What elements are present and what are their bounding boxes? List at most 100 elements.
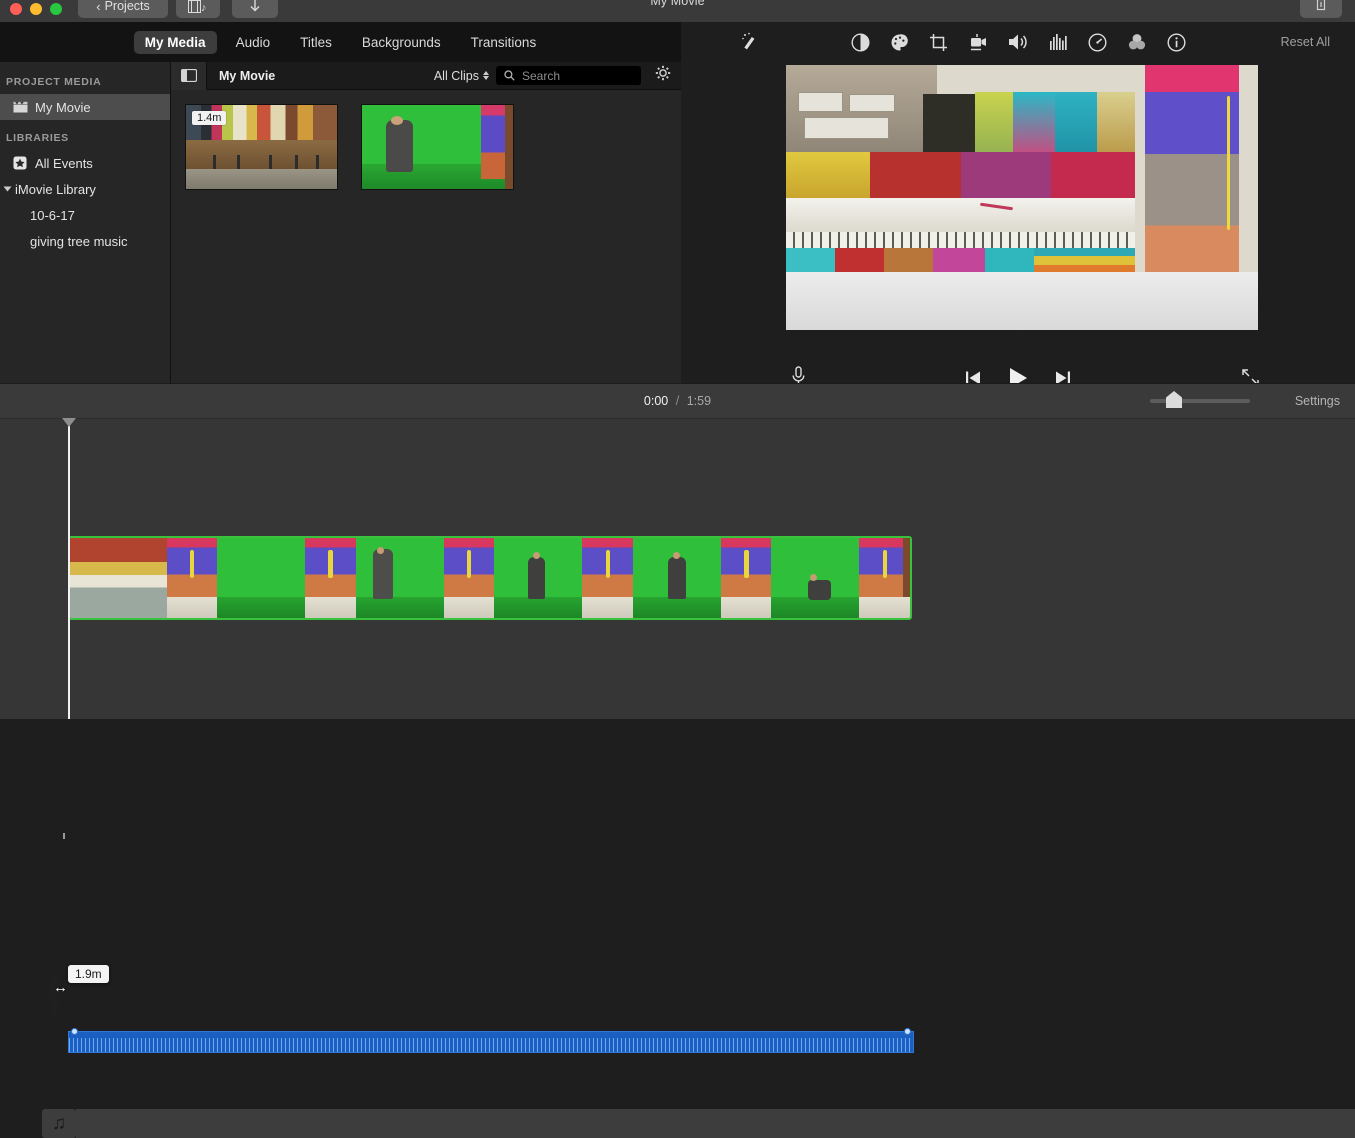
filmstrip-frame [305,538,356,618]
total-time: 1:59 [686,394,712,408]
sidebar-item-label: iMovie Library [15,181,96,197]
info-icon [1167,32,1186,52]
current-time: 0:00 [643,394,669,408]
background-music-button[interactable]: ♫ [42,1109,76,1138]
auto-enhance-button[interactable] [741,32,761,52]
project-media-header: PROJECT MEDIA [6,76,102,88]
crop-icon [930,33,947,51]
sidebar-item-label: My Movie [35,99,91,115]
sidebar-item-event-giving-tree-music[interactable]: giving tree music [0,228,170,254]
chevron-updown-icon [483,71,489,80]
timeline-playhead[interactable] [62,418,76,719]
audio-fade-handle-left[interactable] [71,1028,78,1035]
disclosure-triangle-icon[interactable] [3,186,12,192]
media-browser: My Movie All Clips Search 1.4m [171,61,681,383]
sidebar-item-all-events[interactable]: All Events [0,150,170,176]
color-correction-button[interactable] [890,33,909,52]
speed-icon [1088,32,1107,52]
tab-audio[interactable]: Audio [225,31,282,54]
color-correction-icon [891,33,908,50]
filmstrip-frame [771,538,860,618]
timeline-toolbar: 0:00 / 1:59 Settings [0,383,1355,419]
clip-thumbnail-image [362,105,513,189]
filmstrip-frame [720,538,772,618]
volume-button[interactable] [1008,33,1029,51]
filmstrip-frame [494,538,583,618]
noise-reduction-button[interactable] [1049,33,1068,51]
tab-backgrounds[interactable]: Backgrounds [351,31,452,54]
viewer-panel: Reset All [681,22,1355,388]
timeline-audio-track[interactable] [68,1028,914,1053]
music-note-icon: ♫ [51,1112,67,1134]
resize-cursor-icon: ↔ [53,979,68,996]
filmstrip-frame [355,538,444,618]
window-titlebar: ‹ Projects ♪ My Movie [0,0,1355,22]
volume-icon [1009,34,1027,50]
color-balance-button[interactable] [851,32,870,52]
sidebar-item-my-movie[interactable]: My Movie [0,94,170,120]
timeline-settings-button[interactable]: Settings [1295,394,1340,408]
timeline-zoom-slider[interactable] [1150,391,1250,408]
media-tab-bar: My Media Audio Titles Backgrounds Transi… [0,22,681,62]
share-button[interactable] [1300,0,1342,18]
time-separator: / [675,394,680,408]
tab-my-media[interactable]: My Media [133,30,217,54]
speed-button[interactable] [1088,32,1107,52]
browser-title: My Movie [219,68,276,83]
timeline-video-clip[interactable] [68,536,912,620]
search-placeholder: Search [522,68,561,83]
gear-icon [655,65,671,81]
playhead-top-marker [63,833,65,839]
clapperboard-icon [12,100,28,114]
tab-titles[interactable]: Titles [289,31,343,54]
stabilization-button[interactable] [968,33,988,52]
timeline-panel[interactable]: ↔ 1.9m ♫ [0,418,1355,1138]
clip-filter-label: All Clips [433,68,479,83]
filmstrip-frame [859,538,910,618]
clip-duration-badge: 1.4m [192,111,227,125]
search-input[interactable]: Search [496,66,641,85]
color-balance-icon [851,32,870,52]
tab-transitions[interactable]: Transitions [460,31,548,54]
browser-toolbar: My Movie All Clips Search [171,61,681,90]
audio-fade-handle-right[interactable] [904,1028,911,1035]
filmstrip-frame [166,538,217,618]
libraries-header: LIBRARIES [6,132,69,144]
filmstrip-frame [216,538,306,618]
clip-duration-tooltip: 1.9m [68,965,109,983]
sidebar-item-label: 10-6-17 [30,207,75,223]
clip-filmstrip [70,538,910,618]
filmstrip-frame [443,538,495,618]
filters-icon [1128,33,1146,49]
viewer-toolbar: Reset All [681,22,1355,62]
sidebar-item-imovie-library[interactable]: iMovie Library [0,176,170,202]
adjustment-tools [851,32,1186,52]
reset-all-button[interactable]: Reset All [1281,35,1330,49]
star-icon [12,156,28,170]
search-icon [504,70,515,81]
audio-waveform [69,1038,913,1052]
media-clip-thumbnail[interactable]: 1.4m [185,104,338,190]
clip-filter-dropdown[interactable]: All Clips [434,69,489,83]
stabilization-icon [971,33,986,50]
sidebar-toggle-icon [180,69,197,82]
magic-wand-icon [742,32,755,50]
sidebar-item-label: All Events [35,155,93,171]
sidebar-item-label: giving tree music [30,233,128,249]
background-music-track[interactable] [76,1109,1355,1138]
sidebar-item-event-10-6-17[interactable]: 10-6-17 [0,202,170,228]
crop-button[interactable] [929,33,948,52]
info-button[interactable] [1167,32,1186,52]
window-title: My Movie [650,0,705,8]
equalizer-icon [1050,34,1067,50]
browser-settings-button[interactable] [655,65,671,86]
media-grid: 1.4m [171,90,681,383]
filters-button[interactable] [1127,33,1147,52]
playhead-triangle-icon [62,418,76,427]
video-preview[interactable] [786,65,1258,330]
filmstrip-frame [70,538,167,618]
share-icon [1316,0,1326,10]
sidebar-toggle-button[interactable] [171,61,207,90]
filmstrip-frame [632,538,721,618]
media-clip-thumbnail[interactable] [361,104,514,190]
